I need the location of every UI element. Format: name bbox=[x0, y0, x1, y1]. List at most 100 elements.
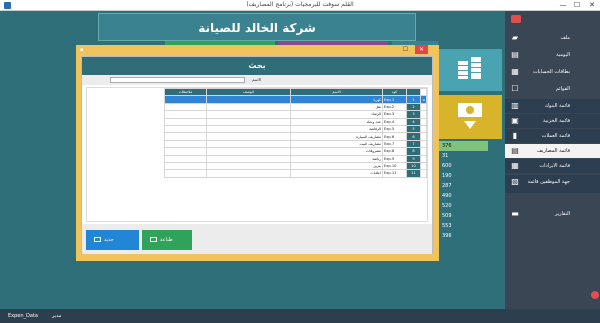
table-row[interactable]: بنزين Exp.10 10 bbox=[164, 161, 427, 171]
sidebar-item-account-cards[interactable]: ▦ بطاقات الحسابات bbox=[505, 65, 600, 79]
sidebar-item-journal[interactable]: ▤ اليومية bbox=[505, 48, 600, 62]
cell-code: Exp.10 bbox=[382, 161, 407, 171]
cell-index: 6 bbox=[406, 132, 421, 141]
cell-code: Exp.6 bbox=[382, 132, 407, 141]
table-row[interactable]: مصاريف البيت Exp.7 7 bbox=[164, 139, 427, 149]
app-menu-icon[interactable] bbox=[511, 15, 521, 23]
dialog-header: بحث bbox=[82, 57, 432, 75]
cell-notes bbox=[164, 169, 207, 178]
value-3: 600 bbox=[442, 163, 452, 169]
sidebar-item-label: قائمة العملات bbox=[541, 133, 570, 139]
cell-name: مصروفات bbox=[290, 147, 383, 156]
sidebar-item-employees[interactable]: ▧ جهة الموظفين قائمة bbox=[505, 175, 600, 193]
company-banner: شركة الخالد للصيانة bbox=[98, 13, 416, 41]
table-row[interactable]: الرفاهية Exp.5 5 bbox=[164, 124, 427, 134]
cell-code: Exp.2 bbox=[382, 102, 407, 112]
row-pointer-cell bbox=[420, 102, 427, 112]
dialog-maximize-button[interactable]: ☐ bbox=[399, 45, 412, 54]
sidebar-item-currencies[interactable]: ▮ قائمة العملات bbox=[505, 129, 600, 143]
table-row[interactable]: اعلانات Exp.11 11 bbox=[164, 169, 427, 178]
cell-notes bbox=[164, 124, 207, 134]
print-button[interactable]: طباعة bbox=[142, 230, 192, 250]
sidebar: ▰ ملف ▤ اليومية ▦ بطاقات الحسابات ☐ القو… bbox=[505, 11, 600, 309]
row-pointer-cell bbox=[420, 147, 427, 156]
cell-index: 8 bbox=[406, 147, 421, 156]
cell-name: الرفاهية bbox=[290, 124, 383, 134]
sidebar-item-banks[interactable]: ▥ قائمة البنوك bbox=[505, 99, 600, 113]
value-6: 490 bbox=[442, 193, 452, 199]
column-code[interactable]: كود bbox=[382, 87, 407, 97]
cell-index: 11 bbox=[406, 169, 421, 178]
column-description[interactable]: الوصف bbox=[206, 87, 291, 97]
value-2: 31 bbox=[442, 153, 449, 159]
cell-code: Exp.3 bbox=[382, 110, 407, 119]
table-row[interactable]: مصروفات Exp.8 8 bbox=[164, 147, 427, 156]
maximize-button[interactable]: ☐ bbox=[570, 0, 584, 11]
cell-description bbox=[206, 110, 291, 119]
cash-tile[interactable] bbox=[438, 95, 502, 139]
column-notes[interactable]: ملاحظات bbox=[164, 87, 207, 97]
value-9: 553 bbox=[442, 223, 452, 229]
cell-name: عدد وعياد bbox=[290, 117, 383, 126]
list-icon: ☐ bbox=[511, 84, 519, 93]
currency-icon: ▮ bbox=[512, 131, 518, 140]
exit-icon[interactable] bbox=[591, 291, 599, 299]
bank-icon: ▥ bbox=[511, 101, 519, 110]
cell-name: الرصاد bbox=[290, 110, 383, 119]
sidebar-item-reports[interactable]: ▬ التقارير bbox=[505, 207, 600, 221]
table-row[interactable]: مصاريف السيارة Exp.6 6 bbox=[164, 132, 427, 141]
value-1: 376 bbox=[438, 141, 488, 151]
revenue-icon: ▦ bbox=[511, 161, 519, 170]
row-pointer-icon: ◂ bbox=[420, 95, 427, 104]
cell-code: Exp.9 bbox=[382, 154, 407, 163]
dialog-body: بحث الاسم ملاحظات الوصف الاسم كود كهربا E… bbox=[81, 56, 433, 254]
cell-code: Exp.5 bbox=[382, 124, 407, 134]
employees-icon: ▧ bbox=[511, 177, 519, 186]
row-pointer-cell bbox=[420, 139, 427, 149]
sidebar-item-label: اليومية bbox=[556, 52, 570, 58]
value-7: 520 bbox=[442, 203, 452, 209]
sidebar-item-label: قائمة البنوك bbox=[544, 103, 570, 109]
cell-index: 3 bbox=[406, 110, 421, 119]
cell-index: 7 bbox=[406, 139, 421, 149]
cell-description bbox=[206, 147, 291, 156]
cell-description bbox=[206, 161, 291, 171]
coins-icon bbox=[458, 57, 481, 79]
sidebar-item-file[interactable]: ▰ ملف bbox=[505, 31, 600, 45]
column-name[interactable]: الاسم bbox=[290, 87, 383, 97]
cell-name: بنزين bbox=[290, 161, 383, 171]
expenses-grid[interactable]: ملاحظات الوصف الاسم كود كهربا Exp.1 1 ◂ نقل E… bbox=[86, 87, 428, 222]
sidebar-item-label: قائمة الخزنية bbox=[543, 118, 570, 124]
table-row[interactable]: كهربا Exp.1 1 ◂ bbox=[164, 95, 427, 104]
minimize-button[interactable]: — bbox=[556, 0, 570, 11]
dialog-close-button[interactable]: ✕ bbox=[415, 45, 428, 54]
cell-notes bbox=[164, 161, 207, 171]
status-bar: Expen_Data مدير bbox=[0, 309, 600, 323]
print-button-label: طباعة bbox=[160, 237, 173, 243]
dialog-titlebar: ▪ ☐ ✕ bbox=[76, 45, 439, 55]
close-button[interactable]: ✕ bbox=[585, 0, 599, 11]
table-row[interactable]: الرصاد Exp.3 3 bbox=[164, 110, 427, 119]
table-row[interactable]: عدد وعياد Exp.4 4 bbox=[164, 117, 427, 126]
column-index bbox=[406, 87, 421, 97]
coins-tile[interactable] bbox=[438, 49, 502, 91]
sidebar-item-lists[interactable]: ☐ القوائم bbox=[505, 82, 600, 96]
cell-name: مصاريف البيت bbox=[290, 139, 383, 149]
cell-description bbox=[206, 124, 291, 134]
new-icon bbox=[94, 237, 101, 242]
search-row: الاسم bbox=[82, 75, 432, 85]
new-button[interactable]: جديد bbox=[86, 230, 139, 250]
cell-name: رياضة bbox=[290, 154, 383, 163]
table-row[interactable]: رياضة Exp.9 9 bbox=[164, 154, 427, 163]
sidebar-item-label: ملف bbox=[560, 35, 570, 41]
sidebar-item-revenues[interactable]: ▦ قائمة الايرادات bbox=[505, 159, 600, 173]
folder-icon: ▰ bbox=[511, 33, 519, 42]
sidebar-item-label: قائمة المصاريف bbox=[536, 148, 570, 154]
sidebar-item-treasury[interactable]: ▣ قائمة الخزنية bbox=[505, 114, 600, 128]
row-pointer-cell bbox=[420, 169, 427, 178]
table-row[interactable]: نقل Exp.2 2 bbox=[164, 102, 427, 112]
sidebar-item-expenses[interactable]: ▤ قائمة المصاريف bbox=[505, 144, 600, 158]
cell-name: نقل bbox=[290, 102, 383, 112]
cell-code: Exp.8 bbox=[382, 147, 407, 156]
search-input[interactable] bbox=[110, 77, 245, 83]
